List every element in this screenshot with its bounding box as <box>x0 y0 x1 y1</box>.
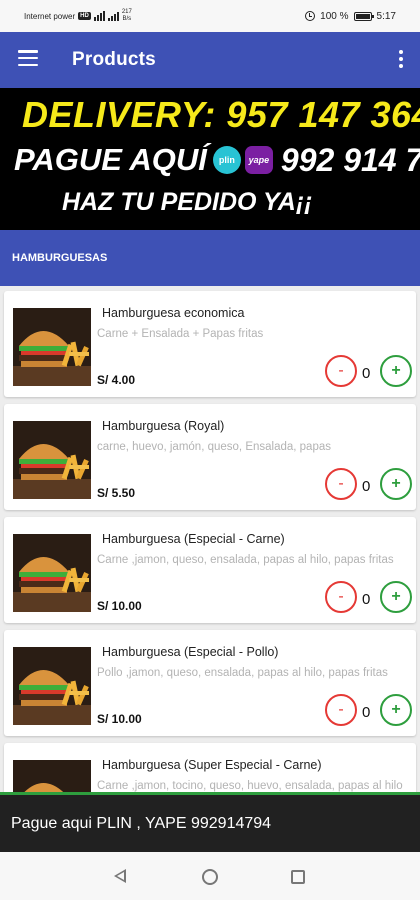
alarm-icon <box>305 11 316 21</box>
battery-icon <box>353 11 374 21</box>
page-title: Products <box>72 49 156 70</box>
increase-quantity-button[interactable]: + <box>380 694 412 726</box>
product-price: S/ 4.00 <box>97 373 136 387</box>
status-bar-right: 100 % 5:17 <box>305 0 396 32</box>
back-icon[interactable] <box>114 869 126 883</box>
promo-banner: DELIVERY: 957 147 364 PAGUE AQUÍ plin ya… <box>0 88 420 230</box>
product-card[interactable]: Hamburguesa (Especial - Pollo) Pollo ,ja… <box>4 630 416 736</box>
payment-footer: Pague aqui PLIN , YAPE 992914794 <box>0 792 420 852</box>
app-bar: Products <box>0 32 420 88</box>
product-name: Hamburguesa (Especial - Carne) <box>102 532 285 546</box>
product-name: Hamburguesa (Super Especial - Carne) <box>102 758 322 772</box>
yape-logo-icon: yape <box>244 146 273 174</box>
product-description: Carne + Ensalada + Papas fritas <box>97 328 264 340</box>
product-price: S/ 10.00 <box>97 599 142 613</box>
carrier-name: Internet power <box>24 11 76 21</box>
signal-icon <box>93 11 105 21</box>
decrease-quantity-button[interactable]: - <box>325 581 357 613</box>
recents-icon[interactable] <box>291 870 305 884</box>
product-card[interactable]: Hamburguesa (Super Especial - Carne) Car… <box>4 743 416 792</box>
wifi-signal-icon <box>107 11 119 21</box>
decrease-quantity-button[interactable]: - <box>325 694 357 726</box>
system-nav-bar <box>0 852 420 900</box>
quantity-value: 0 <box>362 478 371 495</box>
status-time: 5:17 <box>376 10 396 22</box>
status-bar-left: Internet power HD 217 B/s <box>24 0 132 32</box>
home-icon[interactable] <box>202 869 218 885</box>
banner-order-text: HAZ TU PEDIDO YA¡¡ <box>62 188 313 216</box>
more-vertical-icon[interactable] <box>398 50 404 68</box>
banner-pay-phone: 992 914 794 <box>280 141 420 178</box>
product-description: Carne ,jamon, tocino, queso, huevo, ensa… <box>97 780 403 792</box>
increase-quantity-button[interactable]: + <box>380 581 412 613</box>
network-speed: 217 B/s <box>122 9 132 23</box>
increase-quantity-button[interactable]: + <box>380 468 412 500</box>
product-price: S/ 5.50 <box>97 486 136 500</box>
burger-image <box>13 534 91 612</box>
product-list: Hamburguesa economica Carne + Ensalada +… <box>0 286 420 792</box>
banner-delivery-text: DELIVERY: 957 147 364 <box>22 94 420 135</box>
battery-percent: 100 % <box>320 10 349 22</box>
quantity-value: 0 <box>362 704 371 721</box>
product-name: Hamburguesa economica <box>102 306 245 320</box>
burger-image <box>13 760 91 792</box>
product-card[interactable]: Hamburguesa economica Carne + Ensalada +… <box>4 291 416 397</box>
decrease-quantity-button[interactable]: - <box>325 355 357 387</box>
product-price: S/ 10.00 <box>97 712 142 726</box>
burger-image <box>13 647 91 725</box>
product-description: Carne ,jamon, queso, ensalada, papas al … <box>97 554 394 566</box>
plin-logo-icon: plin <box>212 146 241 174</box>
hamburger-menu-icon[interactable] <box>18 50 38 66</box>
status-bar: Internet power HD 217 B/s 100 % 5:17 <box>0 0 420 32</box>
product-card[interactable]: Hamburguesa (Especial - Carne) Carne ,ja… <box>4 517 416 623</box>
network-speed-unit: B/s <box>122 16 132 22</box>
burger-image <box>13 308 91 386</box>
product-card[interactable]: Hamburguesa (Royal) carne, huevo, jamón,… <box>4 404 416 510</box>
product-name: Hamburguesa (Royal) <box>102 419 225 433</box>
decrease-quantity-button[interactable]: - <box>325 468 357 500</box>
quantity-value: 0 <box>362 365 371 382</box>
network-badge: HD <box>78 12 91 20</box>
burger-image <box>13 421 91 499</box>
product-description: Pollo ,jamon, queso, ensalada, papas al … <box>97 667 388 679</box>
product-description: carne, huevo, jamón, queso, Ensalada, pa… <box>97 441 331 453</box>
quantity-value: 0 <box>362 591 371 608</box>
category-header: HAMBURGUESAS <box>0 230 420 286</box>
increase-quantity-button[interactable]: + <box>380 355 412 387</box>
banner-payment-row: PAGUE AQUÍ plin yape 992 914 794 <box>14 140 420 180</box>
banner-pay-text: PAGUE AQUÍ <box>14 142 207 177</box>
network-speed-value: 217 <box>121 9 132 15</box>
product-name: Hamburguesa (Especial - Pollo) <box>102 645 279 659</box>
